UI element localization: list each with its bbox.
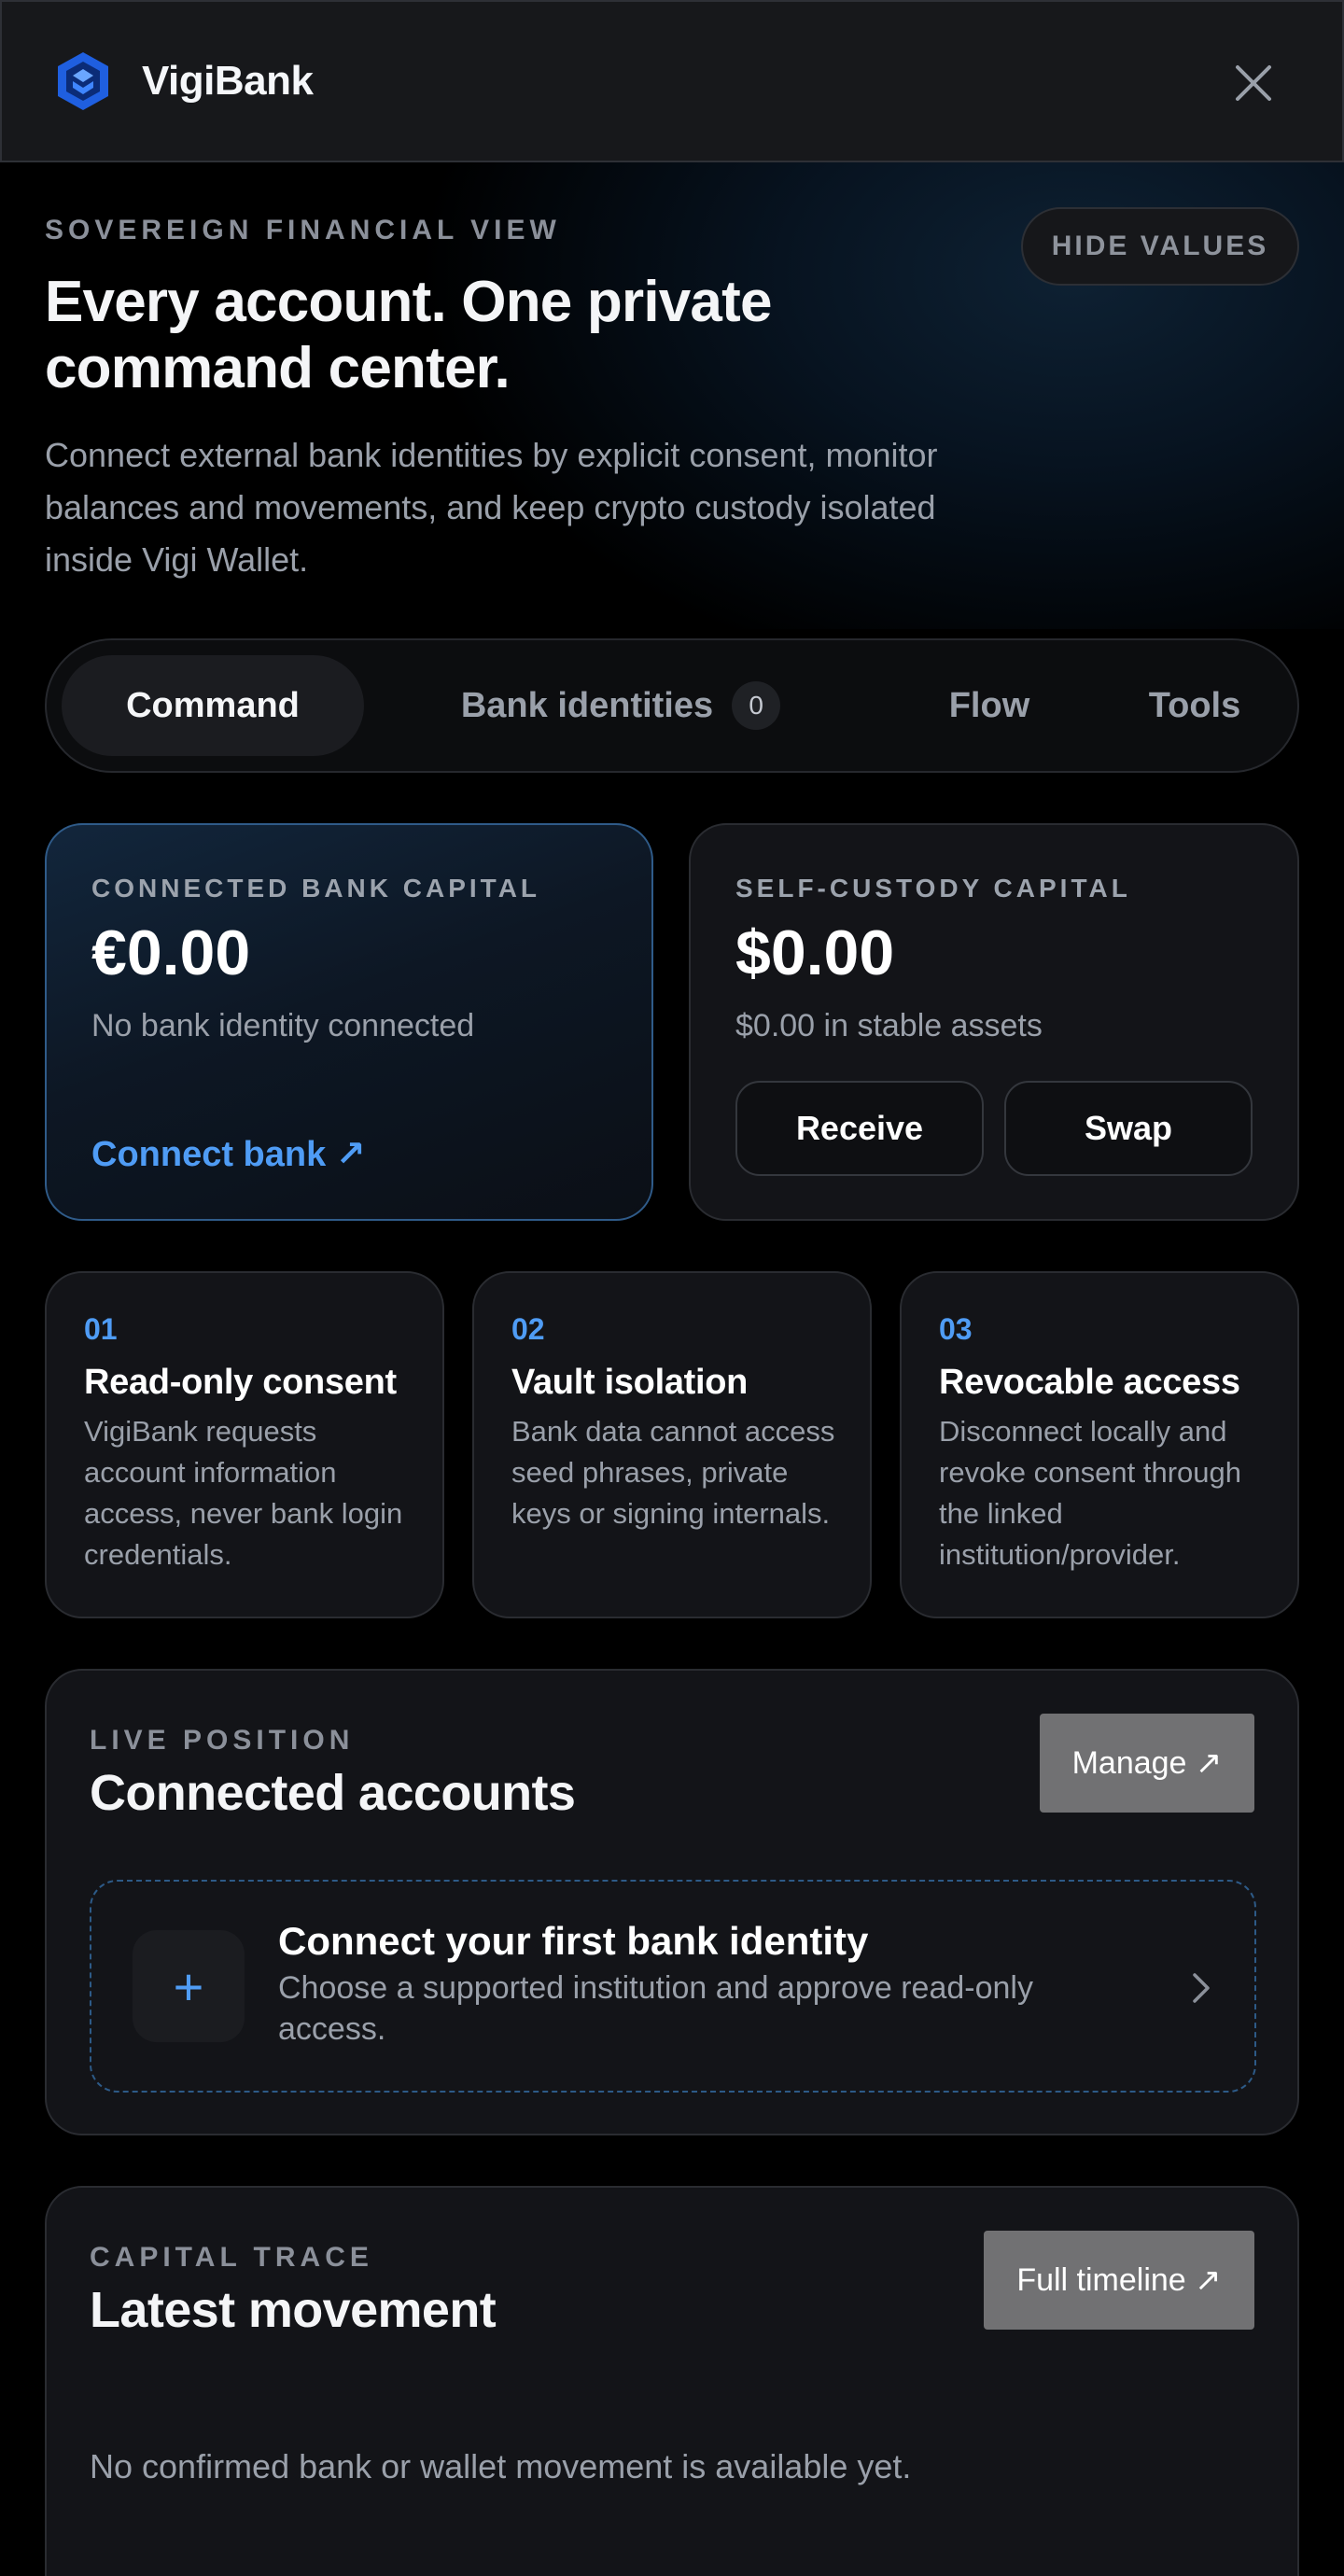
- card-subtitle: No bank identity connected: [91, 1008, 475, 1043]
- hero-eyebrow: SOVEREIGN FINANCIAL VIEW: [45, 215, 561, 245]
- page-title: Every account. One private command cente…: [45, 270, 772, 400]
- feature-description: Bank data cannot access seed phrases, pr…: [511, 1415, 835, 1530]
- card-label: CONNECTED BANK CAPITAL: [91, 874, 541, 903]
- tab-bar: Command Bank identities 0 Flow Tools: [45, 638, 1299, 773]
- hide-values-button[interactable]: HIDE VALUES: [1021, 207, 1299, 286]
- section-eyebrow: CAPITAL TRACE: [90, 2242, 373, 2273]
- bank-capital-value: €0.00: [91, 917, 251, 988]
- feature-card: 03 Revocable access Disconnect locally a…: [900, 1271, 1299, 1618]
- feature-description: VigiBank requests account information ac…: [84, 1415, 403, 1571]
- tab-label: Flow: [948, 685, 1030, 725]
- latest-movement-section: CAPITAL TRACE Latest movement Full timel…: [45, 2186, 1299, 2576]
- card-label: SELF-CUSTODY CAPITAL: [735, 874, 1131, 903]
- feature-number: 01: [84, 1312, 118, 1346]
- tab-flow[interactable]: Flow: [877, 655, 1101, 756]
- vigibank-logo-icon: [58, 52, 108, 110]
- tab-bank-identities[interactable]: Bank identities 0: [420, 655, 821, 756]
- tab-tools[interactable]: Tools: [1101, 655, 1288, 756]
- manage-button[interactable]: Manage ↗: [1040, 1714, 1254, 1813]
- connect-first-bank-button[interactable]: + Connect your first bank identity Choos…: [90, 1880, 1256, 2093]
- feature-description: Disconnect locally and revoke consent th…: [939, 1415, 1241, 1571]
- tab-command[interactable]: Command: [62, 655, 364, 756]
- swap-button[interactable]: Swap: [1004, 1081, 1253, 1176]
- hero-section: SOVEREIGN FINANCIAL VIEW HIDE VALUES Eve…: [0, 162, 1344, 629]
- receive-button[interactable]: Receive: [735, 1081, 984, 1176]
- section-title: Latest movement: [90, 2282, 497, 2338]
- tab-label: Bank identities: [460, 685, 714, 725]
- tab-label: Command: [126, 685, 300, 725]
- tab-label: Tools: [1148, 685, 1241, 725]
- connected-accounts-section: LIVE POSITION Connected accounts Manage …: [45, 1669, 1299, 2135]
- chevron-right-icon: [1193, 1973, 1210, 2003]
- feature-title: Vault isolation: [511, 1363, 749, 1402]
- self-custody-card: SELF-CUSTODY CAPITAL $0.00 $0.00 in stab…: [689, 823, 1299, 1221]
- app-header: VigiBank: [0, 0, 1344, 162]
- self-custody-value: $0.00: [735, 917, 895, 988]
- section-eyebrow: LIVE POSITION: [90, 1725, 355, 1756]
- empty-state-text: No confirmed bank or wallet movement is …: [90, 2447, 912, 2485]
- connect-first-description: Choose a supported institution and appro…: [278, 1970, 1033, 2047]
- connect-bank-link[interactable]: Connect bank ↗: [91, 1133, 366, 1175]
- full-timeline-button[interactable]: Full timeline ↗: [984, 2231, 1254, 2330]
- feature-title: Read-only consent: [84, 1363, 397, 1402]
- count-badge: 0: [732, 681, 781, 730]
- feature-number: 03: [939, 1312, 973, 1346]
- close-icon[interactable]: [1232, 62, 1275, 105]
- bank-capital-card: CONNECTED BANK CAPITAL €0.00 No bank ide…: [45, 823, 653, 1221]
- section-title: Connected accounts: [90, 1765, 576, 1821]
- feature-card: 01 Read-only consent VigiBank requests a…: [45, 1271, 444, 1618]
- plus-icon: +: [133, 1930, 245, 2042]
- feature-number: 02: [511, 1312, 545, 1346]
- brand-name: VigiBank: [142, 58, 314, 104]
- connect-first-title: Connect your first bank identity: [278, 1919, 869, 1963]
- card-subtitle: $0.00 in stable assets: [735, 1008, 1043, 1043]
- feature-card: 02 Vault isolation Bank data cannot acce…: [472, 1271, 872, 1618]
- feature-title: Revocable access: [939, 1363, 1240, 1402]
- hero-description: Connect external bank identities by expl…: [45, 436, 938, 579]
